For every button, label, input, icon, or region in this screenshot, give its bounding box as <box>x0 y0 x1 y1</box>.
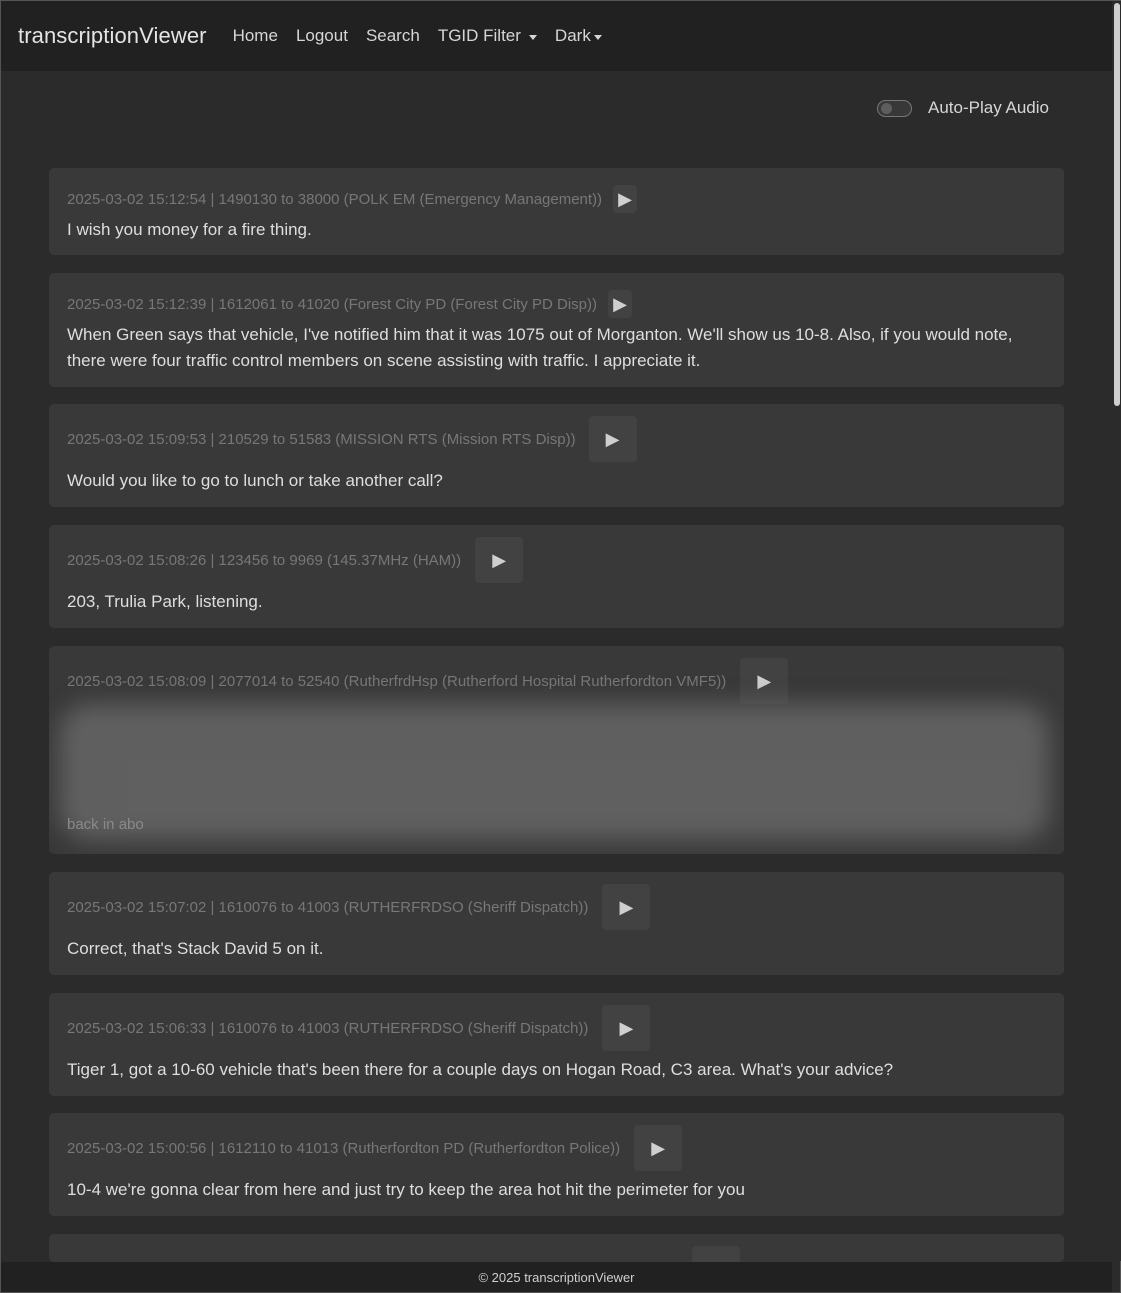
transcription-card: 2025-03-02 15:12:54 | 1490130 to 38000 (… <box>49 168 1064 255</box>
theme-dropdown[interactable]: Dark <box>555 26 602 46</box>
play-button[interactable]: ▶ <box>613 185 638 213</box>
card-meta: 2025-03-02 15:07:02 | 1610076 to 41003 (… <box>67 898 589 916</box>
transcription-card: 2025-03-02 15:08:26 | 123456 to 9969 (14… <box>49 525 1064 628</box>
autoplay-toggle[interactable] <box>877 99 912 117</box>
card-text: back in abo <box>67 816 144 833</box>
card-text: When Green says that vehicle, I've notif… <box>67 325 1013 370</box>
play-button[interactable]: ▶ <box>608 290 632 318</box>
card-text: 10-4 we're gonna clear from here and jus… <box>67 1180 745 1199</box>
play-button[interactable]: ▶ <box>602 1005 651 1051</box>
card-meta: 2025-03-02 15:08:26 | 123456 to 9969 (14… <box>67 551 462 569</box>
tgid-filter-label: TGID Filter <box>437 26 521 45</box>
caret-down-icon <box>593 34 602 40</box>
autoplay-label[interactable]: Auto-Play Audio <box>928 98 1049 118</box>
card-text: Tiger 1, got a 10-60 vehicle that's been… <box>67 1060 894 1079</box>
redaction-blur <box>59 704 1049 840</box>
nav-logout[interactable]: Logout <box>296 26 348 46</box>
nav-home[interactable]: Home <box>233 26 278 46</box>
tgid-filter-dropdown[interactable]: TGID Filter <box>438 26 537 46</box>
play-button[interactable]: ▶ <box>634 1125 683 1171</box>
play-button[interactable]: ▶ <box>588 416 637 462</box>
card-text: 203, Trulia Park, listening. <box>67 592 263 611</box>
card-text: Correct, that's Stack David 5 on it. <box>67 939 324 958</box>
scrollbar-thumb[interactable] <box>1114 3 1120 406</box>
transcription-card: 2025-03-02 15:08:09 | 2077014 to 52540 (… <box>49 646 1064 854</box>
transcription-card: 2025-03-02 15:06:33 | 1610076 to 41003 (… <box>49 993 1064 1096</box>
card-meta: 2025-03-02 15:08:09 | 2077014 to 52540 (… <box>67 672 727 690</box>
play-button[interactable]: ▶ <box>475 537 524 583</box>
card-meta: 2025-03-02 15:06:33 | 1610076 to 41003 (… <box>67 1019 589 1037</box>
navbar: transcriptionViewer Home Logout Search T… <box>1 1 1112 71</box>
nav-search[interactable]: Search <box>366 26 420 46</box>
card-meta: 2025-03-02 15:12:39 | 1612061 to 41020 (… <box>67 295 597 313</box>
transcription-card: 2025-03-02 15:07:02 | 1610076 to 41003 (… <box>49 872 1064 975</box>
transcription-card: 2025-03-02 15:09:53 | 210529 to 51583 (M… <box>49 404 1064 507</box>
card-meta: 2025-03-02 15:00:56 | 1612110 to 41013 (… <box>67 1139 621 1157</box>
toggle-knob <box>881 102 892 114</box>
transcription-card: 2025-03-02 15:12:39 | 1612061 to 41020 (… <box>49 273 1064 387</box>
play-button[interactable]: ▶ <box>740 658 789 704</box>
transcription-card <box>49 1234 1064 1262</box>
card-meta: 2025-03-02 15:09:53 | 210529 to 51583 (M… <box>67 430 576 448</box>
card-text: Would you like to go to lunch or take an… <box>67 471 443 490</box>
transcription-card: 2025-03-02 15:00:56 | 1612110 to 41013 (… <box>49 1113 1064 1216</box>
theme-label: Dark <box>554 26 591 45</box>
card-meta: 2025-03-02 15:12:54 | 1490130 to 38000 (… <box>67 190 603 208</box>
play-button[interactable] <box>692 1246 740 1262</box>
brand[interactable]: transcriptionViewer <box>18 23 207 49</box>
caret-down-icon <box>528 34 537 40</box>
card-text: I wish you money for a fire thing. <box>67 220 312 239</box>
footer: © 2025 transcriptionViewer <box>1 1262 1112 1292</box>
play-button[interactable]: ▶ <box>602 884 651 930</box>
autoplay-control: Auto-Play Audio <box>877 98 1049 118</box>
